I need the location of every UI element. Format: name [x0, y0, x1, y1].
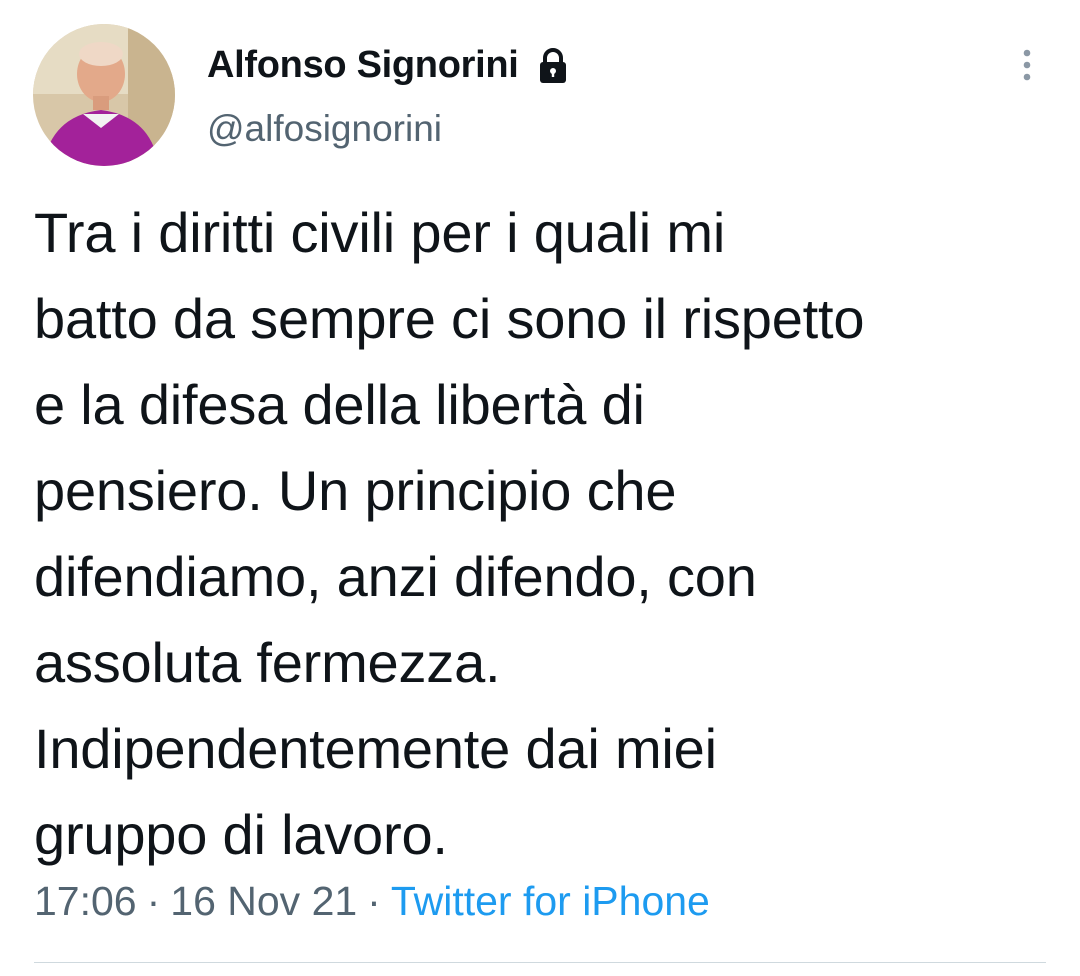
display-name[interactable]: Alfonso Signorini: [207, 44, 519, 87]
meta-separator: ·: [146, 878, 161, 924]
tweet-text: Tra i diritti civili per i quali mi batt…: [34, 201, 865, 866]
tweet-meta: 17:06 · 16 Nov 21 · Twitter for iPhone: [34, 878, 710, 925]
avatar-image: [33, 24, 175, 166]
tweet-source-link[interactable]: Twitter for iPhone: [391, 878, 710, 924]
tweet-date[interactable]: 16 Nov 21: [170, 878, 357, 924]
more-vertical-icon[interactable]: [1012, 45, 1042, 85]
divider: [34, 962, 1046, 963]
avatar[interactable]: [33, 24, 175, 166]
lock-icon: [533, 45, 573, 85]
author-name-row[interactable]: Alfonso Signorini: [207, 40, 573, 90]
meta-separator: ·: [367, 878, 381, 924]
tweet-time[interactable]: 17:06: [34, 878, 137, 924]
user-handle[interactable]: @alfosignorini: [207, 108, 442, 150]
